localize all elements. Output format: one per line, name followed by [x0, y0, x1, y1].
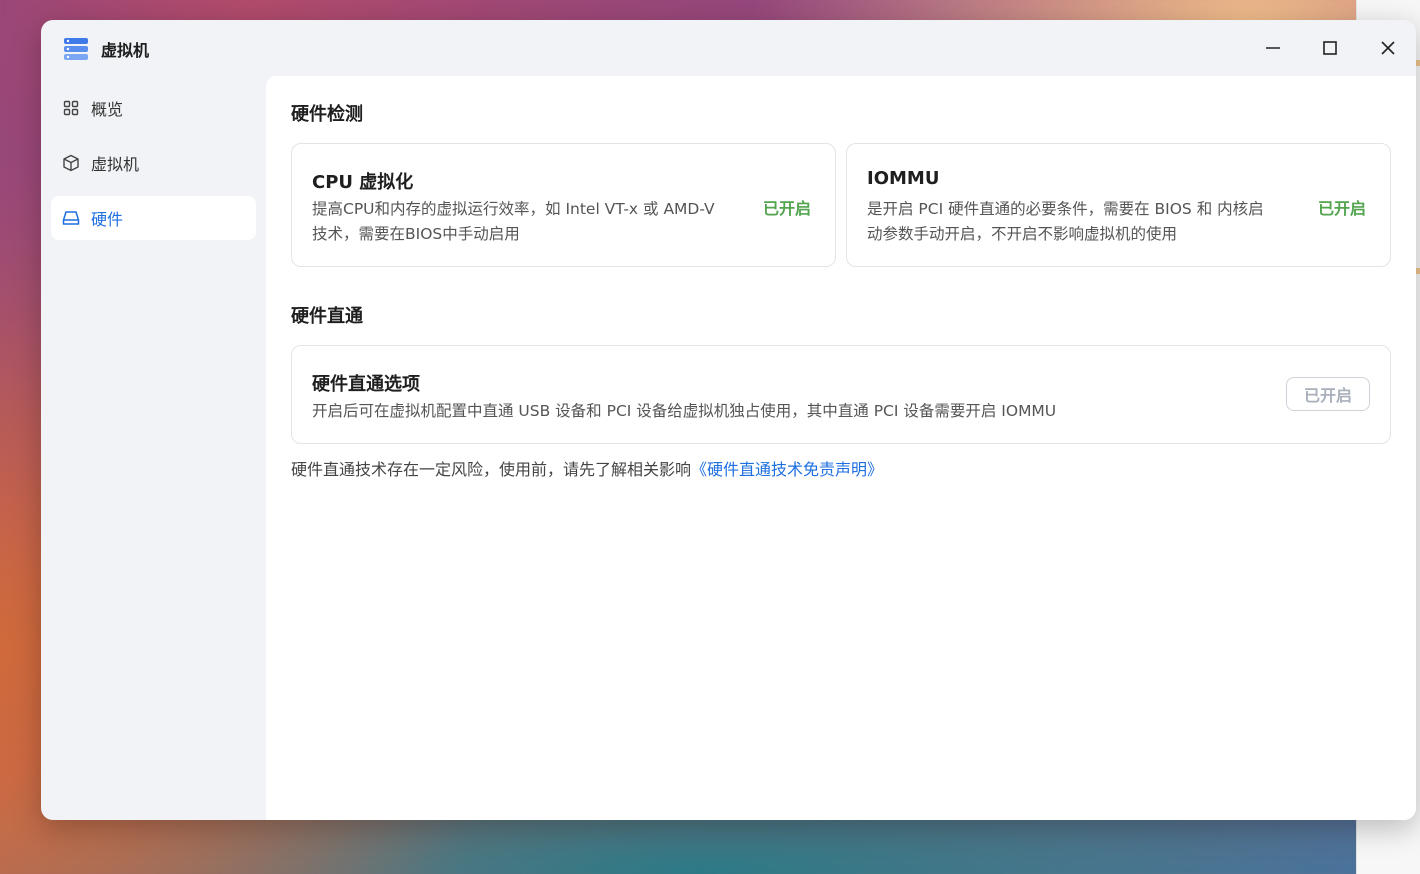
- passthrough-option-card: 硬件直通选项 开启后可在虚拟机配置中直通 USB 设备和 PCI 设备给虚拟机独…: [291, 345, 1391, 444]
- cpu-virtualization-card: CPU 虚拟化 提高CPU和内存的虚拟运行效率，如 Intel VT-x 或 A…: [291, 143, 836, 267]
- sidebar-item-vms[interactable]: 虚拟机: [51, 141, 256, 185]
- passthrough-toggle-button[interactable]: 已开启: [1286, 377, 1370, 411]
- app-title: 虚拟机: [101, 41, 150, 60]
- card-description-line: 是开启 PCI 硬件直通的必要条件，需要在 BIOS 和 内核启: [867, 200, 1264, 218]
- drive-icon: [62, 209, 80, 227]
- iommu-card: IOMMU 是开启 PCI 硬件直通的必要条件，需要在 BIOS 和 内核启 动…: [846, 143, 1391, 267]
- footnote-text: 硬件直通技术存在一定风险，使用前，请先了解相关影响: [291, 460, 692, 479]
- card-description-line: 技术，需要在BIOS中手动启用: [312, 225, 520, 243]
- server-icon: [63, 37, 89, 61]
- passthrough-footnote: 硬件直通技术存在一定风险，使用前，请先了解相关影响《硬件直通技术免责声明》: [291, 456, 883, 480]
- sidebar-item-label: 虚拟机: [91, 155, 140, 174]
- card-title: CPU 虚拟化: [312, 172, 414, 193]
- card-description-line: 动参数手动开启，不开启不影响虚拟机的使用: [867, 225, 1178, 243]
- close-icon: [1381, 41, 1395, 55]
- sidebar-item-label: 硬件: [91, 210, 124, 229]
- card-description-line: 提高CPU和内存的虚拟运行效率，如 Intel VT-x 或 AMD-V: [312, 200, 715, 218]
- section-title-hardware-detection: 硬件检测: [291, 104, 363, 125]
- card-description: 提高CPU和内存的虚拟运行效率，如 Intel VT-x 或 AMD-V 技术，…: [312, 197, 762, 247]
- minimize-icon: [1266, 47, 1280, 49]
- sidebar-item-overview[interactable]: 概览: [51, 86, 256, 130]
- main-content: 硬件检测 CPU 虚拟化 提高CPU和内存的虚拟运行效率，如 Intel VT-…: [266, 76, 1416, 820]
- status-badge: 已开启: [1318, 199, 1367, 218]
- app-window: 虚拟机 概览 虚拟机 硬件 硬件检测 CPU 虚拟化 提高CPU和内存的虚拟运行…: [41, 20, 1416, 820]
- maximize-icon: [1323, 41, 1337, 55]
- minimize-button[interactable]: [1258, 34, 1288, 62]
- close-button[interactable]: [1373, 34, 1403, 62]
- sidebar: 概览 虚拟机 硬件: [41, 76, 266, 820]
- status-badge: 已开启: [763, 199, 812, 218]
- title-bar: 虚拟机: [41, 20, 1416, 76]
- section-title-passthrough: 硬件直通: [291, 306, 363, 327]
- card-description: 是开启 PCI 硬件直通的必要条件，需要在 BIOS 和 内核启 动参数手动开启…: [867, 197, 1317, 247]
- sidebar-item-hardware[interactable]: 硬件: [51, 196, 256, 240]
- grid-icon: [62, 99, 80, 117]
- card-title: 硬件直通选项: [312, 374, 420, 395]
- card-title: IOMMU: [867, 168, 940, 189]
- cube-icon: [62, 154, 80, 172]
- card-description: 开启后可在虚拟机配置中直通 USB 设备和 PCI 设备给虚拟机独占使用，其中直…: [312, 402, 1057, 420]
- maximize-button[interactable]: [1315, 34, 1345, 62]
- disclaimer-link[interactable]: 《硬件直通技术免责声明》: [691, 460, 883, 479]
- sidebar-item-label: 概览: [91, 100, 124, 119]
